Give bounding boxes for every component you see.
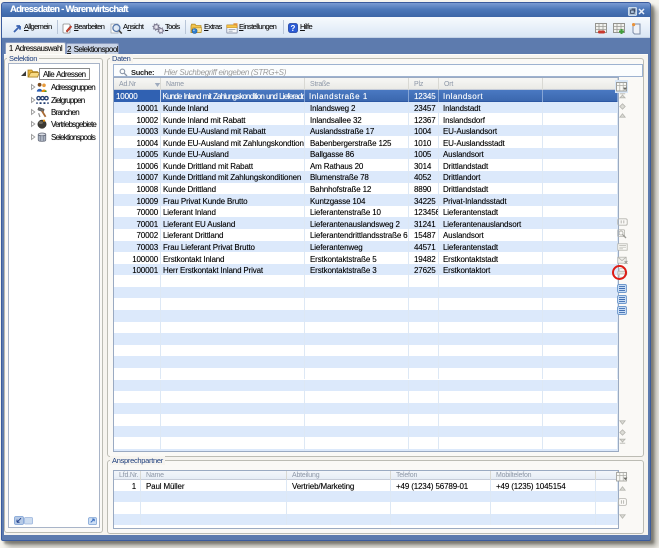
svg-text:?: ? <box>291 24 296 33</box>
